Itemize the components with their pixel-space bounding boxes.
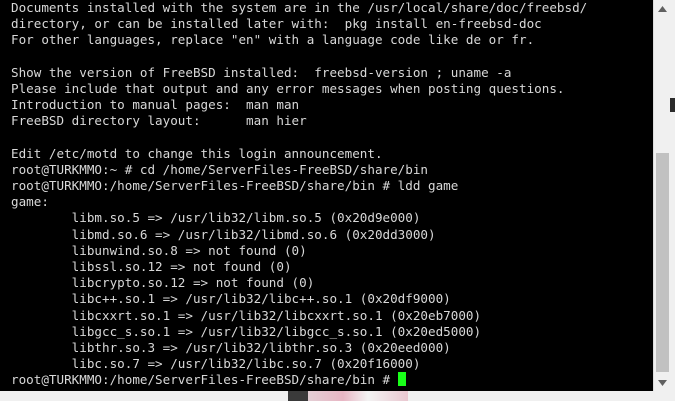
scroll-down-button[interactable] [654, 374, 671, 391]
triangle-down-icon [658, 379, 667, 386]
background-window-edge [670, 0, 675, 401]
terminal-line: libc++.so.1 => /usr/lib32/libc++.so.1 (0… [11, 291, 451, 307]
terminal-line: game: [11, 194, 49, 210]
terminal-output[interactable]: Documents installed with the system are … [0, 0, 653, 391]
terminal-line: libunwind.so.8 => not found (0) [11, 242, 307, 258]
terminal-line: directory, or can be installed later wit… [11, 16, 542, 32]
background-window-fragment [670, 98, 675, 112]
terminal-line: Edit /etc/motd to change this login anno… [11, 145, 383, 161]
terminal-line: root@TURKMMO:/home/ServerFiles-FreeBSD/s… [11, 178, 459, 194]
terminal-line: Documents installed with the system are … [11, 0, 588, 15]
terminal-line: libcrypto.so.12 => not found (0) [11, 275, 315, 291]
terminal-line: libm.so.5 => /usr/lib32/libm.so.5 (0x20d… [11, 210, 421, 226]
triangle-up-icon [658, 5, 667, 12]
terminal-window: Documents installed with the system are … [0, 0, 675, 401]
background-image-fragment [308, 391, 408, 401]
scroll-up-button[interactable] [654, 0, 671, 17]
prompt-line[interactable]: root@TURKMMO:/home/ServerFiles-FreeBSD/s… [11, 372, 587, 388]
terminal-line: libssl.so.12 => not found (0) [11, 259, 292, 274]
terminal-line: Introduction to manual pages: man man [11, 97, 300, 113]
terminal-line: libthr.so.3 => /usr/lib32/libthr.so.3 (0… [11, 339, 451, 355]
terminal-line: Please include that output and any error… [11, 80, 565, 96]
text-cursor [397, 372, 406, 387]
terminal-line: libmd.so.6 => /usr/lib32/libmd.so.6 (0x2… [11, 226, 436, 242]
shell-prompt: root@TURKMMO:/home/ServerFiles-FreeBSD/s… [11, 372, 398, 388]
terminal-line: Show the version of FreeBSD installed: f… [11, 64, 512, 80]
vertical-scrollbar[interactable] [653, 0, 671, 391]
terminal-line: libgcc_s.so.1 => /usr/lib32/libgcc_s.so.… [11, 323, 482, 339]
scrollbar-thumb[interactable] [656, 153, 669, 372]
terminal-line: libc.so.7 => /usr/lib32/libc.so.7 (0x20f… [11, 356, 421, 372]
terminal-line: For other languages, replace "en" with a… [11, 32, 535, 48]
terminal-line: root@TURKMMO:~ # cd /home/ServerFiles-Fr… [11, 161, 429, 177]
terminal-lines: Documents installed with the system are … [11, 0, 587, 389]
terminal-line: FreeBSD directory layout: man hier [11, 113, 307, 129]
terminal-line: libcxxrt.so.1 => /usr/lib32/libcxxrt.so.… [11, 307, 482, 323]
scrollbar-track[interactable] [654, 17, 671, 374]
